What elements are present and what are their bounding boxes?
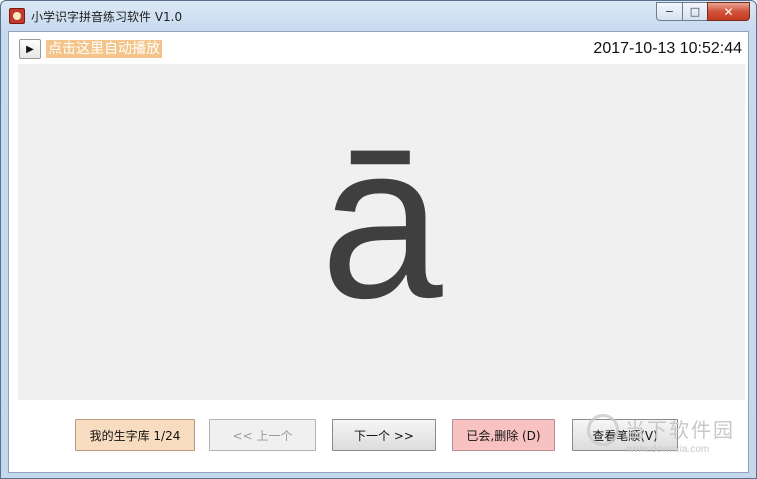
play-button[interactable]: ▶ [19, 39, 41, 59]
pinyin-character: ā [320, 98, 443, 344]
close-button[interactable]: ✕ [707, 2, 750, 21]
autoplay-link[interactable]: 点击这里自动播放 [46, 40, 162, 58]
next-button[interactable]: 下一个 >> [332, 419, 436, 451]
stroke-order-button[interactable]: 查看笔顺(V) [572, 419, 678, 451]
title-bar[interactable]: 小学识字拼音练习软件 V1.0 − □ ✕ [1, 1, 756, 31]
minimize-button[interactable]: − [656, 2, 682, 21]
known-delete-button[interactable]: 已会,删除 (D) [452, 419, 555, 451]
datetime-display: 2017-10-13 10:52:44 [593, 40, 742, 57]
prev-button[interactable]: << 上一个 [209, 419, 316, 451]
app-window: 小学识字拼音练习软件 V1.0 − □ ✕ ▶ 点击这里自动播放 2017-10… [0, 0, 757, 479]
app-icon [9, 8, 25, 24]
word-bank-button[interactable]: 我的生字库 1/24 [75, 419, 195, 451]
maximize-button[interactable]: □ [682, 2, 707, 21]
play-icon: ▶ [26, 43, 34, 55]
pinyin-display-panel: ā [18, 64, 745, 400]
client-area: ▶ 点击这里自动播放 2017-10-13 10:52:44 ā 我的生字库 1… [8, 31, 749, 473]
window-controls: − □ ✕ [656, 2, 750, 21]
window-title: 小学识字拼音练习软件 V1.0 [31, 10, 183, 24]
